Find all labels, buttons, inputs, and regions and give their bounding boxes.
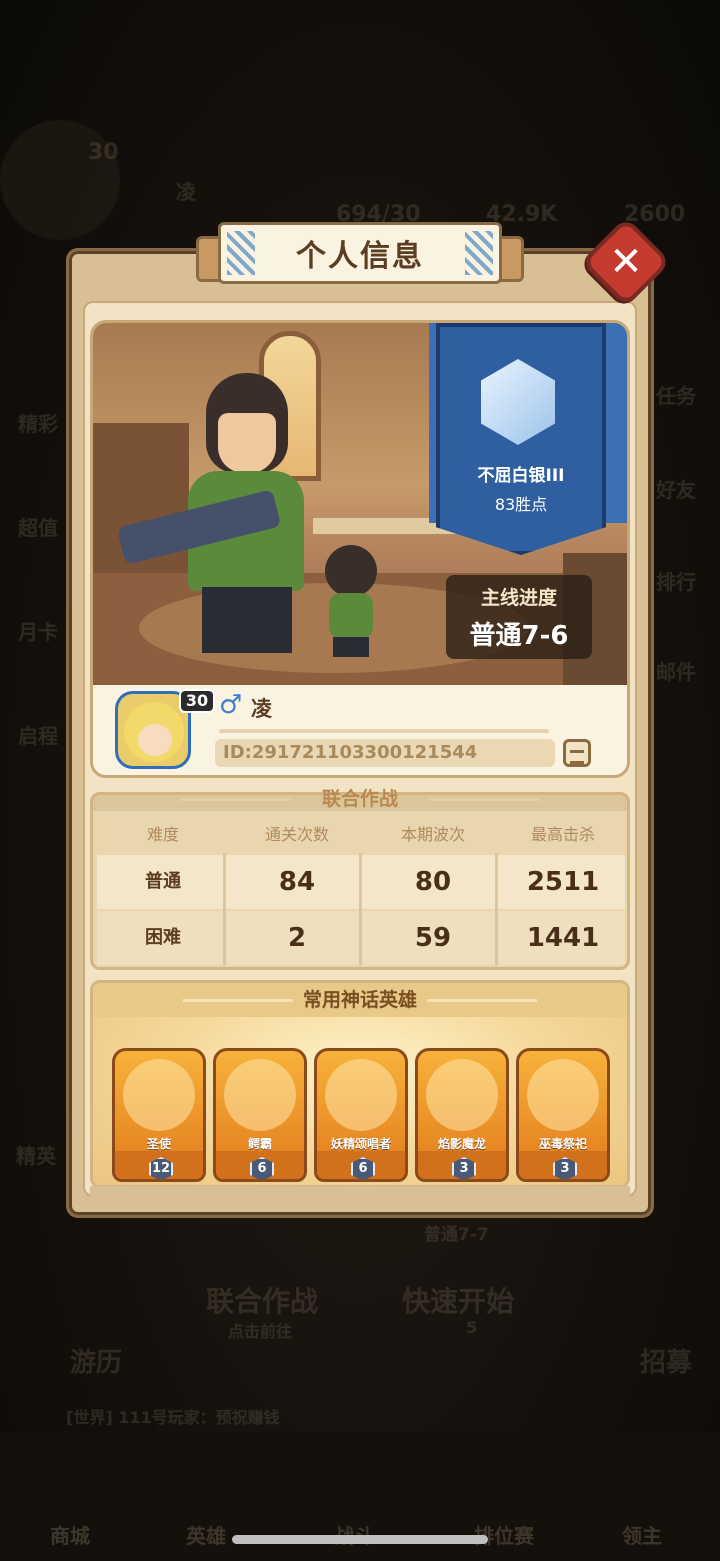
col-header-waves: 本期波次 xyxy=(400,825,465,844)
player-id: ID:291721103300121544 xyxy=(215,739,555,767)
heroes-section-title: 常用神话英雄 xyxy=(93,983,627,1017)
companion-body xyxy=(329,593,373,639)
col-header-kills: 最高击杀 xyxy=(530,825,595,844)
hero-card-croc[interactable]: 鳄霸 6 xyxy=(213,1048,307,1182)
dialog-title: 个人信息 xyxy=(218,222,502,284)
rank-name: 不屈白银III xyxy=(477,466,565,486)
level-badge: 30 xyxy=(179,689,215,713)
hero-name: 焰影魔龙 xyxy=(437,1137,486,1151)
waves-cell: 59 xyxy=(414,923,452,953)
clears-cell: 2 xyxy=(287,923,307,953)
waves-cell: 80 xyxy=(414,867,452,897)
title-rule-left xyxy=(183,999,293,1002)
companion-figure xyxy=(321,545,381,657)
column-divider xyxy=(223,853,226,965)
title-rule-left xyxy=(180,798,290,801)
angel-icon xyxy=(123,1059,195,1131)
hero-card-voodoo[interactable]: 巫毒祭祀 3 xyxy=(516,1048,610,1182)
kills-cell: 1441 xyxy=(526,923,600,953)
player-info-row: 30 ♂ 凌 ID:291721103300121544 xyxy=(93,685,627,775)
hero-name: 巫毒祭祀 xyxy=(538,1137,587,1151)
hero-name: 妖精颂唱者 xyxy=(330,1137,391,1151)
coop-stats-section: 难度 通关次数 本期波次 最高击杀 普通 84 80 2511 困难 2 59 … xyxy=(90,792,630,970)
rank-points: 83胜点 xyxy=(494,495,548,514)
difficulty-cell: 普通 xyxy=(145,871,181,892)
close-icon: ✕ xyxy=(609,239,643,285)
hero-card-dragon[interactable]: 焰影魔龙 3 xyxy=(415,1048,509,1182)
col-header-difficulty: 难度 xyxy=(146,825,179,844)
hero-face xyxy=(218,413,276,473)
profile-card: 不屈白银III 83胜点 主线进度 普通7-6 30 ♂ 凌 ID:291721… xyxy=(90,320,630,778)
companion-legs xyxy=(333,637,369,657)
hero-scene: 不屈白银III 83胜点 主线进度 普通7-6 xyxy=(93,323,627,685)
home-indicator[interactable] xyxy=(232,1535,488,1544)
col-header-clears: 通关次数 xyxy=(264,825,329,844)
hero-card-saint[interactable]: 圣使 12 xyxy=(112,1048,206,1182)
player-name: 凌 xyxy=(251,697,272,721)
hero-name: 圣使 xyxy=(146,1137,171,1151)
dialog-title-banner: 个人信息 xyxy=(196,222,524,288)
avatar-face xyxy=(138,724,172,756)
progress-value: 普通7-6 xyxy=(469,621,569,651)
companion-hair xyxy=(325,545,377,597)
hero-name: 鳄霸 xyxy=(247,1137,272,1151)
coop-title-text: 联合作战 xyxy=(321,788,398,810)
fairy-icon xyxy=(325,1059,397,1131)
clears-cell: 84 xyxy=(278,867,316,897)
progress-label: 主线进度 xyxy=(480,587,557,609)
column-divider xyxy=(495,853,498,965)
heroes-title-text: 常用神话英雄 xyxy=(302,989,417,1011)
title-rule-right xyxy=(427,999,537,1002)
hero-card-fairy[interactable]: 妖精颂唱者 6 xyxy=(314,1048,408,1182)
difficulty-cell: 困难 xyxy=(145,927,181,948)
name-underline xyxy=(219,729,549,733)
column-divider xyxy=(359,853,362,965)
crocodile-icon xyxy=(224,1059,296,1131)
title-rule-right xyxy=(430,798,540,801)
copy-icon[interactable] xyxy=(563,739,591,767)
coop-section-title: 联合作战 xyxy=(90,784,630,814)
dragon-icon xyxy=(426,1059,498,1131)
scroll-clip-edge xyxy=(90,1186,630,1198)
hero-legs xyxy=(202,587,292,653)
kills-cell: 2511 xyxy=(526,867,600,897)
serpent-priestess-icon xyxy=(527,1059,599,1131)
male-icon: ♂ xyxy=(219,690,243,720)
main-progress-box: 主线进度 普通7-6 xyxy=(446,575,592,659)
coop-stats-table: 难度 通关次数 本期波次 最高击杀 普通 84 80 2511 困难 2 59 … xyxy=(97,817,625,967)
